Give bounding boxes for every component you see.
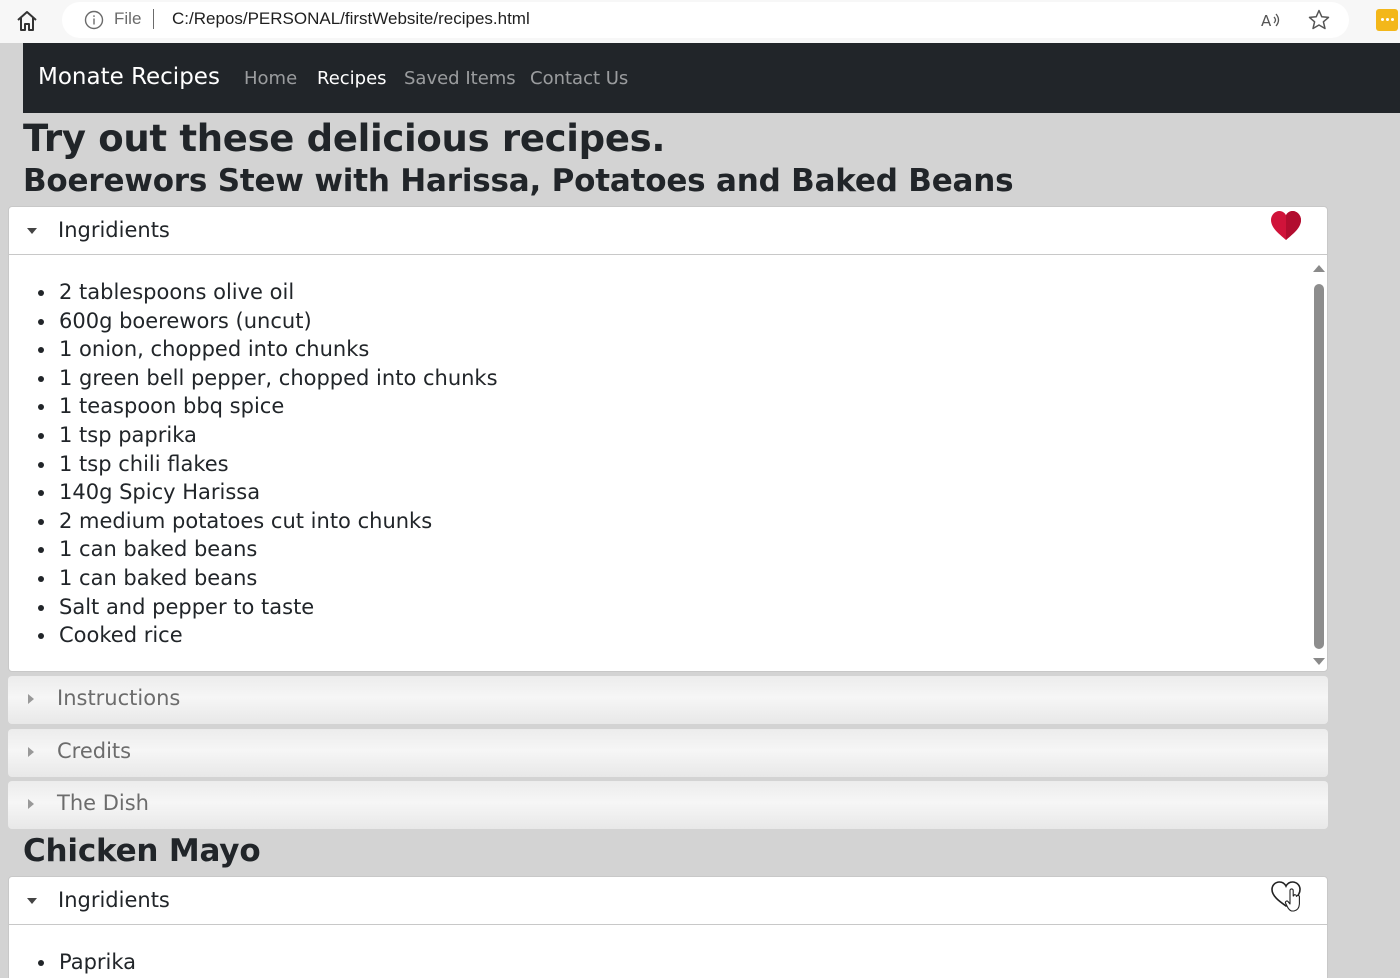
the-dish-summary[interactable]: The Dish bbox=[8, 781, 1328, 829]
ingredients-list: 2 tablespoons olive oil 600g boerewors (… bbox=[57, 278, 498, 650]
ingredients-panel: Ingridients 2 tablespoons olive oil 600g… bbox=[8, 206, 1328, 672]
list-item: 1 can baked beans bbox=[57, 564, 498, 593]
address-divider bbox=[153, 9, 154, 29]
ingredients-heading: Ingridients bbox=[58, 888, 170, 912]
nav-link-home[interactable]: Home bbox=[244, 68, 297, 89]
navbar-brand[interactable]: Monate Recipes bbox=[38, 64, 220, 90]
credits-summary[interactable]: Credits bbox=[8, 729, 1328, 777]
favorite-star-icon[interactable] bbox=[1307, 8, 1331, 32]
saved-heart-icon[interactable] bbox=[1268, 209, 1304, 243]
browser-toolbar: File C:/Repos/PERSONAL/firstWebsite/reci… bbox=[0, 0, 1400, 43]
instructions-heading: Instructions bbox=[57, 686, 181, 710]
the-dish-heading: The Dish bbox=[57, 791, 149, 815]
collapsed-arrow-icon bbox=[28, 747, 34, 757]
list-item: 1 can baked beans bbox=[57, 535, 498, 564]
svg-text:A: A bbox=[1261, 12, 1272, 30]
ingredients-summary[interactable]: Ingridients bbox=[9, 207, 1327, 255]
read-aloud-icon[interactable]: A bbox=[1259, 8, 1283, 32]
expanded-arrow-icon bbox=[27, 228, 37, 234]
list-item: 600g boerewors (uncut) bbox=[57, 307, 498, 336]
scroll-up-arrow-icon[interactable] bbox=[1313, 265, 1325, 272]
file-scheme-label: File bbox=[114, 9, 142, 28]
recipe-title: Chicken Mayo bbox=[23, 833, 261, 869]
list-item: 1 tsp paprika bbox=[57, 421, 498, 450]
ingredients-scrollbar[interactable] bbox=[1310, 263, 1328, 668]
info-icon[interactable] bbox=[84, 10, 104, 30]
recipe-title: Boerewors Stew with Harissa, Potatoes an… bbox=[23, 163, 1014, 199]
list-item: 1 teaspoon bbq spice bbox=[57, 392, 498, 421]
ingredients-summary[interactable]: Ingridients bbox=[9, 877, 1327, 925]
nav-link-recipes[interactable]: Recipes bbox=[317, 68, 387, 89]
list-item: 2 medium potatoes cut into chunks bbox=[57, 507, 498, 536]
url-text[interactable]: C:/Repos/PERSONAL/firstWebsite/recipes.h… bbox=[172, 9, 530, 29]
nav-link-contact-us[interactable]: Contact Us bbox=[530, 68, 628, 89]
collapsed-arrow-icon bbox=[28, 799, 34, 809]
list-item: Paprika bbox=[57, 948, 136, 977]
list-item: 140g Spicy Harissa bbox=[57, 478, 498, 507]
ingredients-panel: Ingridients Paprika bbox=[8, 876, 1328, 978]
instructions-summary[interactable]: Instructions bbox=[8, 676, 1328, 724]
scroll-down-arrow-icon[interactable] bbox=[1313, 658, 1325, 665]
scrollbar-thumb[interactable] bbox=[1314, 284, 1324, 649]
address-bar[interactable]: File C:/Repos/PERSONAL/firstWebsite/reci… bbox=[62, 2, 1349, 38]
unsaved-heart-icon[interactable] bbox=[1268, 879, 1304, 913]
page-title: Try out these delicious recipes. bbox=[23, 117, 666, 160]
home-icon[interactable] bbox=[14, 8, 40, 34]
site-navbar: Monate Recipes Home Recipes Saved Items … bbox=[23, 43, 1400, 113]
list-item: 1 onion, chopped into chunks bbox=[57, 335, 498, 364]
list-item: 1 green bell pepper, chopped into chunks bbox=[57, 364, 498, 393]
list-item: 1 tsp chili flakes bbox=[57, 450, 498, 479]
expanded-arrow-icon bbox=[27, 898, 37, 904]
list-item: Salt and pepper to taste bbox=[57, 593, 498, 622]
extension-icon[interactable] bbox=[1376, 9, 1398, 31]
ingredients-heading: Ingridients bbox=[58, 218, 170, 242]
list-item: 2 tablespoons olive oil bbox=[57, 278, 498, 307]
collapsed-arrow-icon bbox=[28, 694, 34, 704]
nav-link-saved-items[interactable]: Saved Items bbox=[404, 68, 516, 89]
ingredients-list: Paprika bbox=[57, 948, 136, 977]
list-item: Cooked rice bbox=[57, 621, 498, 650]
credits-heading: Credits bbox=[57, 739, 132, 763]
